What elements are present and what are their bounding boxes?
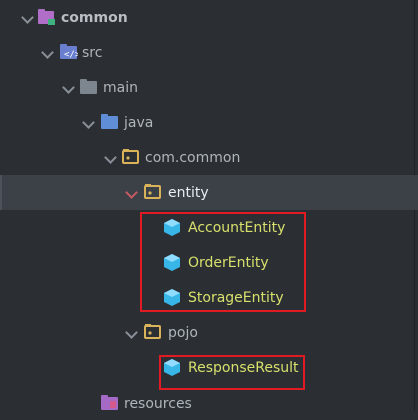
tree-item-label: com.common [145, 150, 241, 166]
tree-item-common[interactable]: common [0, 0, 418, 35]
tree-item-label: common [61, 10, 128, 26]
chevron-down-icon[interactable] [21, 11, 34, 24]
tree-item-label: entity [168, 185, 209, 201]
source-root-icon: </> [60, 44, 78, 60]
tree-item-label: java [124, 115, 154, 131]
source-folder-icon [101, 114, 118, 129]
tree-item-pojo[interactable]: pojo [0, 315, 418, 350]
package-icon [144, 324, 161, 339]
folder-icon [80, 79, 97, 94]
package-icon [144, 184, 161, 199]
tree-item-label: src [82, 45, 103, 61]
package-icon [122, 149, 139, 164]
resources-folder-icon [101, 395, 118, 410]
chevron-down-icon[interactable] [125, 326, 138, 339]
tree-item-label: resources [124, 396, 192, 412]
tree-item-entity[interactable]: entity [0, 175, 418, 210]
tree-item-label: pojo [168, 325, 198, 341]
tree-item-main[interactable]: main [0, 70, 418, 105]
module-icon [38, 9, 55, 25]
tree-item-java[interactable]: java [0, 105, 418, 140]
chevron-down-icon[interactable] [82, 116, 95, 129]
highlight-box-entities [140, 212, 306, 312]
tree-item-src[interactable]: </> src [0, 35, 418, 70]
tree-item-label: main [103, 80, 138, 96]
chevron-down-icon[interactable] [41, 46, 54, 59]
chevron-down-icon[interactable] [125, 186, 138, 199]
tree-item-resources[interactable]: resources [0, 385, 418, 420]
chevron-down-icon[interactable] [62, 81, 75, 94]
svg-text:</>: </> [64, 50, 78, 60]
chevron-down-icon[interactable] [104, 151, 117, 164]
tree-item-com-common[interactable]: com.common [0, 140, 418, 175]
highlight-box-response-result [159, 355, 305, 390]
